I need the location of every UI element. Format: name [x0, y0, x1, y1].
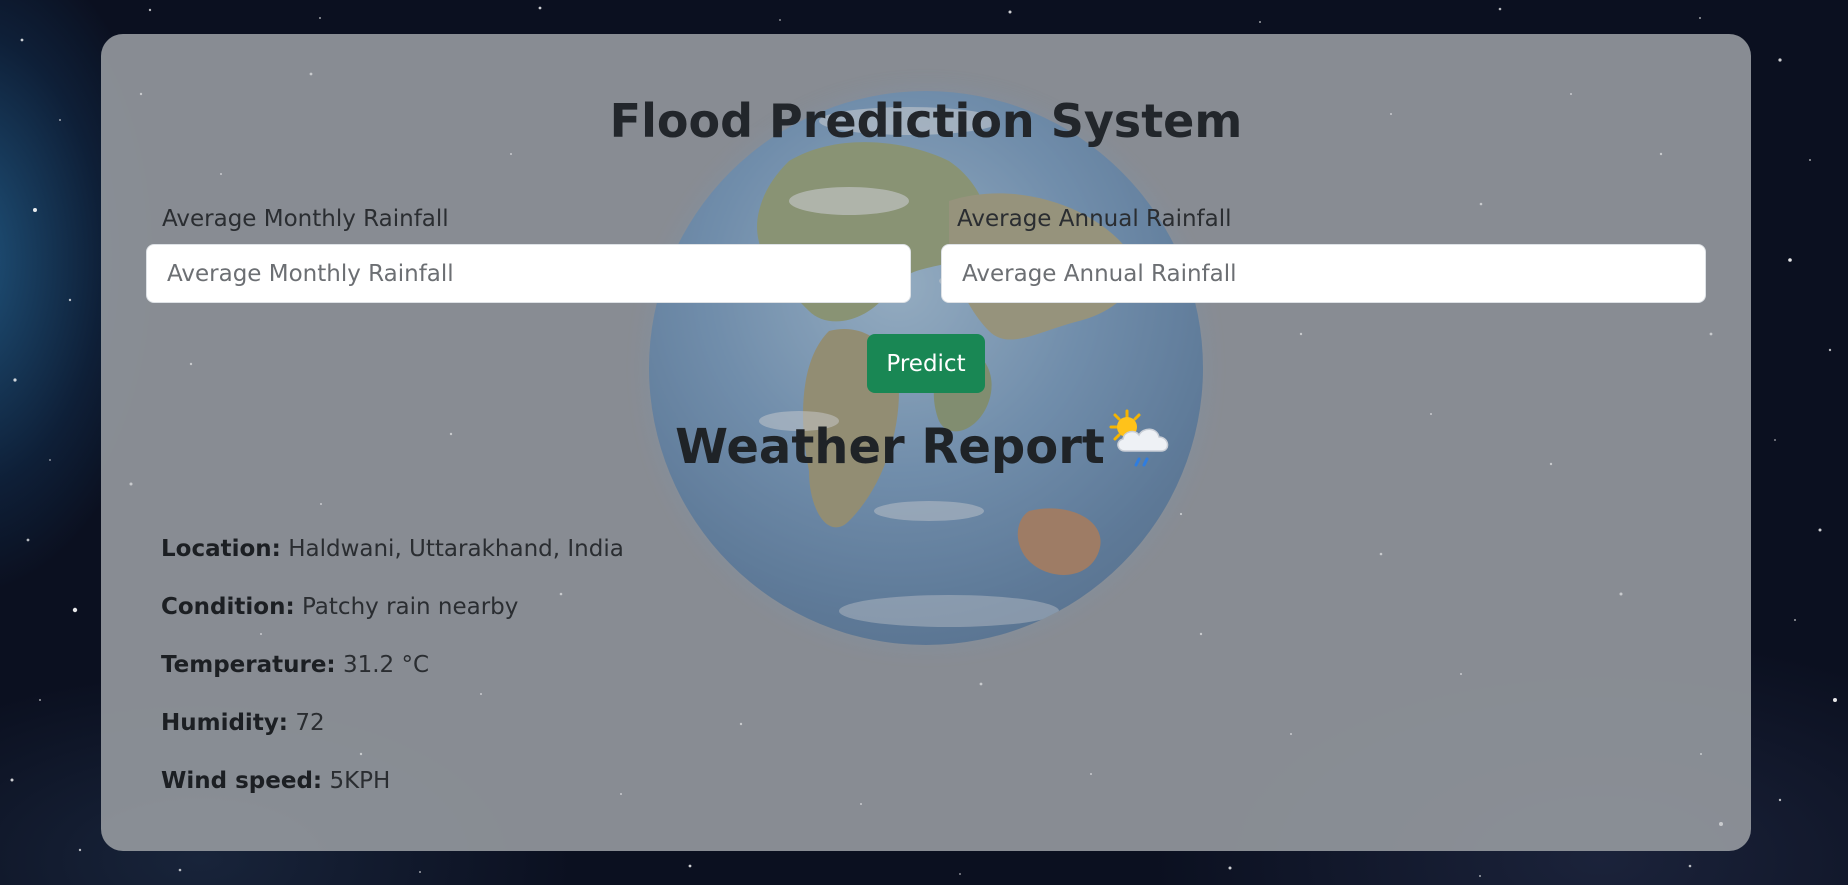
weather-wind-speed-row: Wind speed: 5KPH	[161, 766, 624, 824]
weather-humidity-row: Humidity: 72	[161, 708, 624, 766]
temperature-value: 31.2 °C	[342, 652, 430, 678]
weather-temperature-row: Temperature: 31.2 °C	[161, 650, 624, 708]
annual-rainfall-label: Average Annual Rainfall	[957, 206, 1232, 232]
monthly-rainfall-field: Average Monthly Rainfall	[146, 199, 911, 303]
weather-location-row: Location: Haldwani, Uttarakhand, India	[161, 534, 624, 592]
temperature-key: Temperature:	[161, 652, 336, 678]
annual-rainfall-input[interactable]	[941, 244, 1706, 303]
humidity-value: 72	[295, 710, 325, 736]
weather-details-list: Location: Haldwani, Uttarakhand, India C…	[161, 534, 624, 824]
location-key: Location:	[161, 536, 281, 562]
wind-speed-value: 5KPH	[329, 768, 391, 794]
annual-rainfall-field: Average Annual Rainfall	[941, 199, 1706, 303]
humidity-key: Humidity:	[161, 710, 289, 736]
page-title: Flood Prediction System	[609, 94, 1243, 148]
weather-report-title: Weather Report	[675, 419, 1105, 475]
condition-key: Condition:	[161, 594, 295, 620]
main-card: Flood Prediction System Average Monthly …	[101, 34, 1751, 851]
sun-behind-rain-cloud-icon	[1105, 407, 1177, 477]
location-value: Haldwani, Uttarakhand, India	[288, 536, 624, 562]
monthly-rainfall-input[interactable]	[146, 244, 911, 303]
monthly-rainfall-label: Average Monthly Rainfall	[162, 206, 449, 232]
wind-speed-key: Wind speed:	[161, 768, 323, 794]
weather-condition-row: Condition: Patchy rain nearby	[161, 592, 624, 650]
weather-report-heading: Weather Report	[101, 407, 1751, 477]
predict-button[interactable]: Predict	[867, 334, 985, 393]
condition-value: Patchy rain nearby	[301, 594, 519, 620]
